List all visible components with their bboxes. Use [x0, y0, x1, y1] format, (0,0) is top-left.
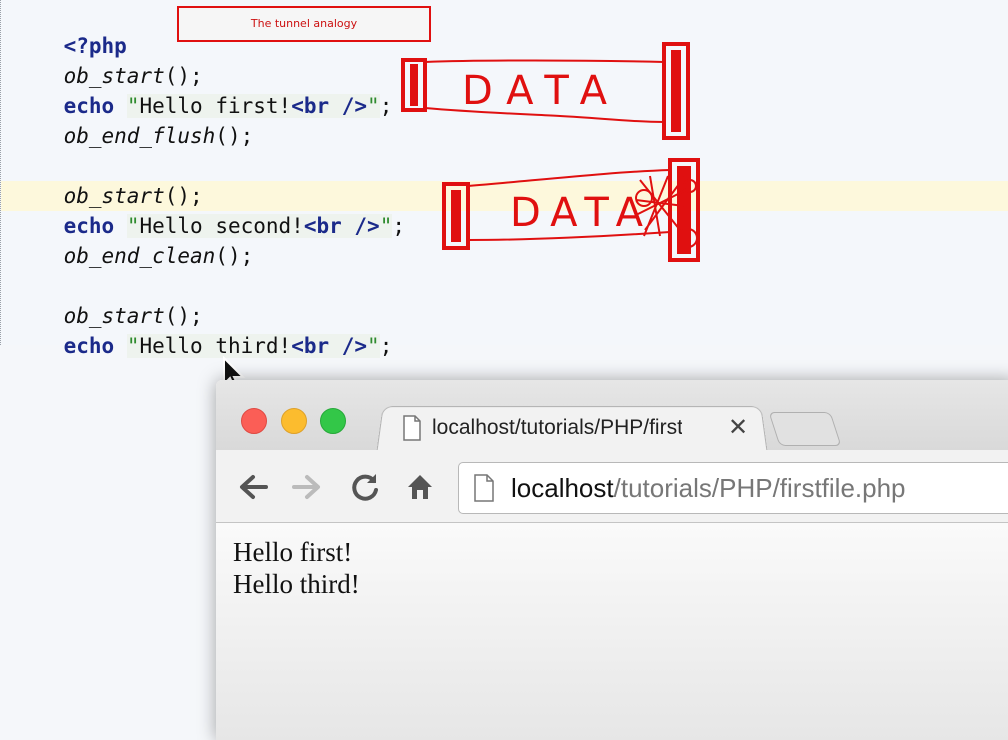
tunnel-1-right-cap-fill: [671, 50, 681, 132]
tunnel-1-label: DATA: [462, 68, 621, 114]
browser-window: localhost/tutorials/PHP/firstfile.php ✕ …: [216, 380, 1008, 740]
tunnel-1-left-cap-fill: [410, 64, 418, 106]
tab-title: localhost/tutorials/PHP/firstfile.php: [432, 416, 682, 439]
browser-tab-content[interactable]: localhost/tutorials/PHP/firstfile.php ✕: [398, 410, 758, 450]
address-bar[interactable]: localhost/tutorials/PHP/firstfile.php: [458, 462, 1008, 514]
page-icon: [474, 474, 494, 502]
address-url: localhost/tutorials/PHP/firstfile.php: [511, 473, 906, 504]
new-tab-button[interactable]: [768, 412, 842, 446]
url-path: /tutorials/PHP/firstfile.php: [613, 473, 906, 503]
page-icon: [403, 415, 421, 441]
browser-toolbar: localhost/tutorials/PHP/firstfile.php: [216, 450, 1008, 523]
browser-titlebar: localhost/tutorials/PHP/firstfile.php ✕: [216, 380, 1008, 455]
reload-icon[interactable]: [348, 470, 382, 504]
tunnel-drawing: DATA DATA: [401, 42, 700, 262]
url-host: localhost: [511, 473, 614, 503]
tunnel-2-top-line: [467, 169, 671, 187]
close-icon[interactable]: ✕: [728, 413, 748, 441]
page-content: Hello first! Hello third!: [216, 523, 1008, 740]
arrow-left-icon[interactable]: [236, 470, 270, 504]
window-minimize-button[interactable]: [281, 408, 307, 434]
tunnel-1-top-line: [424, 59, 665, 63]
tunnel-2-left-cap-fill: [451, 190, 461, 242]
window-zoom-button[interactable]: [320, 408, 346, 434]
tunnel-2-label: DATA: [510, 190, 653, 236]
arrow-right-icon[interactable]: [290, 470, 324, 504]
window-close-button[interactable]: [241, 408, 267, 434]
output-line-2: Hello third!: [233, 569, 360, 599]
output-line-1: Hello first!: [233, 537, 353, 567]
home-icon[interactable]: [403, 470, 437, 504]
